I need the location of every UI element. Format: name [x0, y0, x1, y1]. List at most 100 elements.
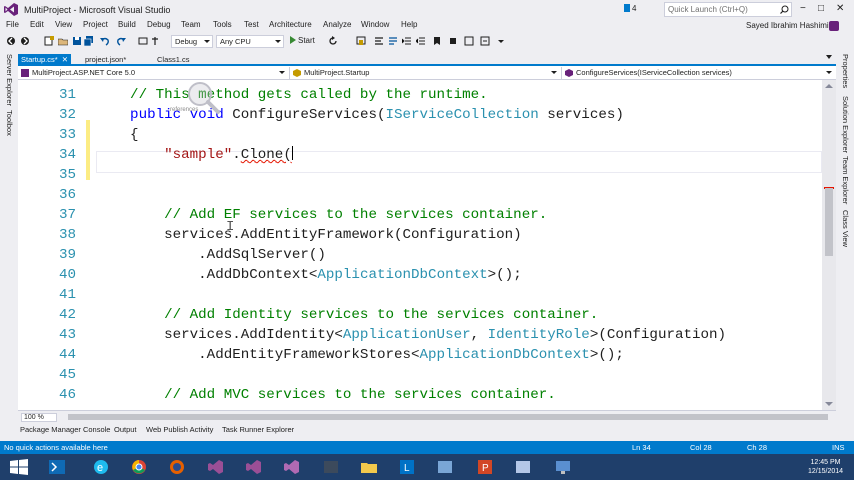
platform-dropdown[interactable]: Any CPU — [216, 35, 284, 48]
save-icon[interactable] — [72, 36, 82, 46]
server-explorer-tab[interactable]: Server Explorer — [5, 54, 14, 106]
menu-tools[interactable]: Tools — [213, 20, 232, 29]
menu-debug[interactable]: Debug — [147, 20, 171, 29]
format-icon[interactable] — [374, 36, 384, 46]
step-icon[interactable] — [480, 36, 490, 46]
new-project-icon[interactable] — [44, 36, 54, 46]
bookmark-icon[interactable] — [432, 36, 442, 46]
vertical-scrollbar[interactable] — [822, 80, 836, 410]
user-name[interactable]: Sayed Ibrahim Hashimi — [746, 21, 829, 30]
scroll-up-icon[interactable] — [825, 84, 833, 88]
refresh-icon[interactable] — [328, 36, 338, 46]
code-line[interactable]: 43 services.AddIdentity<ApplicationUser,… — [18, 325, 822, 345]
code-line[interactable]: 31 // This method gets called by the run… — [18, 85, 822, 105]
visual-studio-taskbar-icon-2[interactable] — [238, 457, 268, 477]
class-view-tab[interactable]: Class View — [841, 210, 850, 247]
code-line[interactable]: 38 services.AddEntityFramework(Configura… — [18, 225, 822, 245]
code-editor[interactable]: 31 // This method gets called by the run… — [18, 80, 822, 410]
chrome-icon[interactable] — [124, 457, 154, 477]
stop-icon[interactable] — [448, 36, 458, 46]
powershell-icon[interactable] — [42, 457, 72, 477]
code-line[interactable]: 42 // Add Identity services to the servi… — [18, 305, 822, 325]
code-line[interactable]: 40 .AddDbContext<ApplicationDbContext>()… — [18, 265, 822, 285]
code-line[interactable]: 37 // Add EF services to the services co… — [18, 205, 822, 225]
code-line[interactable]: 45 — [18, 365, 822, 385]
menu-file[interactable]: File — [6, 20, 19, 29]
pin-icon[interactable] — [150, 36, 160, 46]
code-line[interactable]: 39 .AddSqlServer() — [18, 245, 822, 265]
menu-analyze[interactable]: Analyze — [323, 20, 351, 29]
code-line[interactable]: 35 — [18, 165, 822, 185]
start-button[interactable]: Start — [290, 36, 315, 45]
close-button[interactable]: ✕ — [836, 3, 844, 14]
zoom-dropdown[interactable]: 100 % — [21, 413, 57, 422]
menu-project[interactable]: Project — [83, 20, 108, 29]
find-icon[interactable] — [138, 36, 148, 46]
solution-explorer-tab[interactable]: Solution Explorer — [841, 96, 850, 153]
properties-tab[interactable]: Properties — [841, 54, 850, 88]
menu-window[interactable]: Window — [361, 20, 389, 29]
tab-list-dropdown-icon[interactable] — [826, 55, 832, 59]
comment-icon[interactable] — [388, 36, 398, 46]
menu-team[interactable]: Team — [181, 20, 201, 29]
code-line[interactable]: 32 public void ConfigureServices(IServic… — [18, 105, 822, 125]
project-dropdown[interactable]: MultiProject.ASP.NET Core 5.0 — [18, 67, 290, 79]
open-icon[interactable] — [58, 36, 68, 46]
tab-startup-cs[interactable]: Startup.cs* ✕ — [18, 54, 71, 66]
quick-launch-input[interactable]: Quick Launch (Ctrl+Q) — [664, 2, 792, 17]
maximize-button[interactable]: □ — [818, 3, 824, 14]
visual-studio-taskbar-icon[interactable] — [200, 457, 230, 477]
app-icon[interactable] — [316, 457, 346, 477]
back-icon[interactable] — [6, 36, 16, 46]
internet-explorer-icon[interactable]: e — [86, 457, 116, 477]
code-line[interactable]: 41 — [18, 285, 822, 305]
outdent-icon[interactable] — [416, 36, 426, 46]
windows-app-icon[interactable] — [430, 457, 460, 477]
code-line[interactable]: 36 — [18, 185, 822, 205]
lync-icon[interactable]: L — [392, 457, 422, 477]
powerpoint-icon[interactable]: P — [470, 457, 500, 477]
toolbox-tab[interactable]: Toolbox — [5, 110, 14, 136]
indent-icon[interactable] — [402, 36, 412, 46]
file-explorer-icon[interactable] — [354, 457, 384, 477]
close-icon[interactable]: ✕ — [62, 55, 68, 64]
app-window-icon[interactable] — [508, 457, 538, 477]
system-clock[interactable]: 12:45 PM 12/15/2014 — [808, 458, 843, 476]
undo-icon[interactable] — [100, 36, 110, 46]
toolbar-options-icon[interactable] — [496, 36, 506, 46]
redo-icon[interactable] — [116, 36, 126, 46]
menu-test[interactable]: Test — [244, 20, 259, 29]
user-avatar-icon[interactable] — [829, 21, 839, 31]
visual-studio-taskbar-icon-3[interactable] — [276, 457, 306, 477]
horizontal-scrollbar[interactable] — [68, 414, 828, 420]
tab-output[interactable]: Output — [114, 425, 137, 434]
scroll-down-icon[interactable] — [825, 402, 833, 406]
menu-edit[interactable]: Edit — [30, 20, 44, 29]
tab-web-publish-activity[interactable]: Web Publish Activity — [146, 425, 213, 434]
tab-task-runner-explorer[interactable]: Task Runner Explorer — [222, 425, 294, 434]
save-all-icon[interactable] — [84, 36, 94, 46]
browser-link-icon[interactable] — [356, 36, 366, 46]
minimize-button[interactable]: − — [800, 3, 806, 14]
code-line[interactable]: 44 .AddEntityFrameworkStores<Application… — [18, 345, 822, 365]
code-line[interactable]: 34 "sample".Clone( — [18, 145, 822, 165]
windows-start-icon[interactable] — [4, 457, 34, 477]
breakpoint-icon[interactable] — [464, 36, 474, 46]
firefox-icon[interactable] — [162, 457, 192, 477]
menu-view[interactable]: View — [55, 20, 72, 29]
tab-class1-cs[interactable]: Class1.cs — [154, 54, 193, 66]
notifications-button[interactable]: 4 — [624, 4, 636, 13]
member-dropdown[interactable]: ConfigureServices(IServiceCollection ser… — [562, 67, 836, 79]
menu-build[interactable]: Build — [118, 20, 136, 29]
type-dropdown[interactable]: MultiProject.Startup — [290, 67, 562, 79]
configuration-dropdown[interactable]: Debug — [171, 35, 213, 48]
scroll-thumb[interactable] — [825, 188, 833, 256]
forward-icon[interactable] — [20, 36, 30, 46]
code-line[interactable]: 46 // Add MVC services to the services c… — [18, 385, 822, 405]
menu-help[interactable]: Help — [401, 20, 417, 29]
menu-architecture[interactable]: Architecture — [269, 20, 312, 29]
tab-project-json[interactable]: project.json* — [82, 54, 129, 66]
tab-package-manager-console[interactable]: Package Manager Console — [20, 425, 110, 434]
code-line[interactable]: 33 { — [18, 125, 822, 145]
team-explorer-tab[interactable]: Team Explorer — [841, 156, 850, 204]
